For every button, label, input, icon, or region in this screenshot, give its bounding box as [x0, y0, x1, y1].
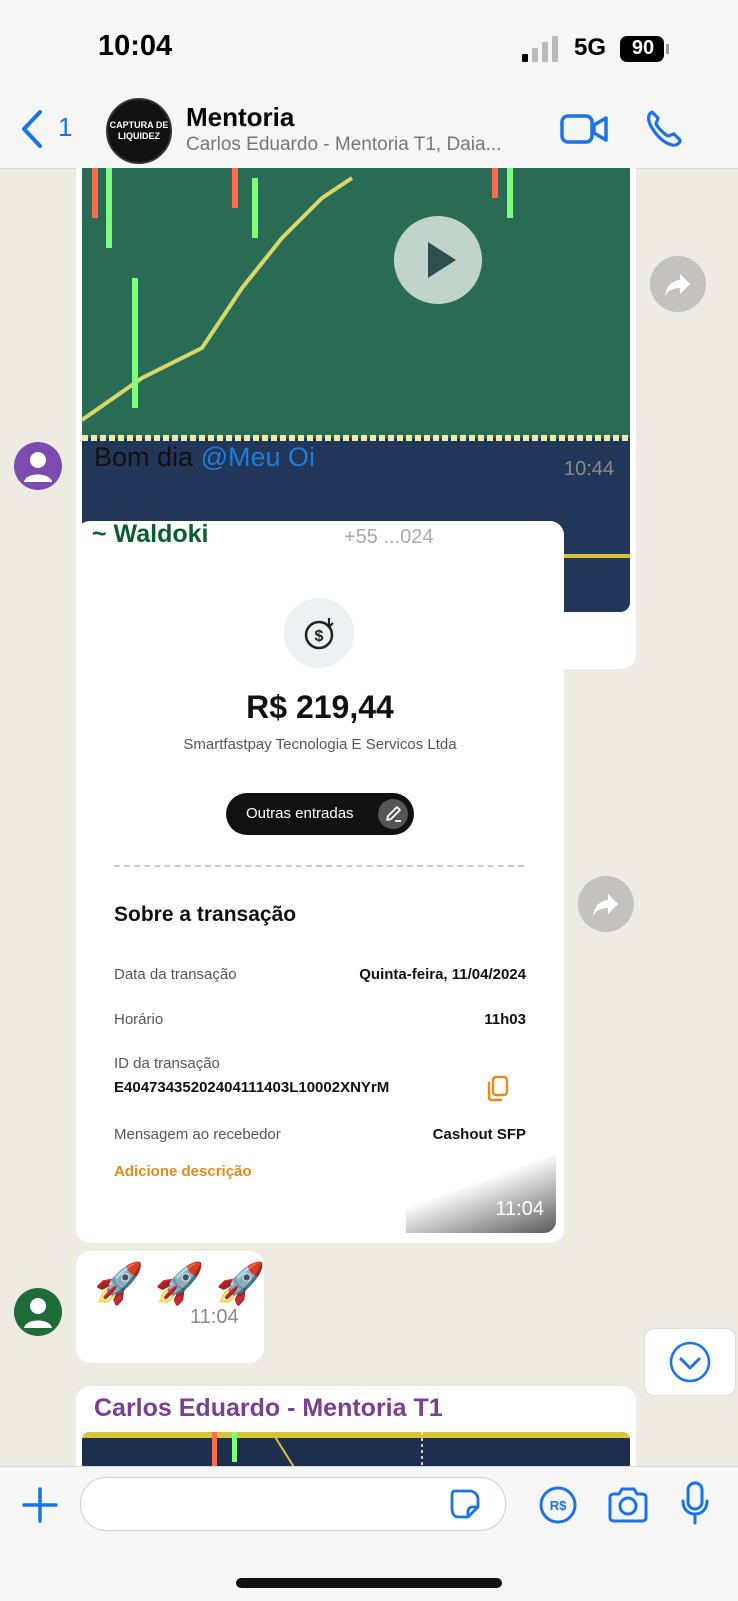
coin-icon: $: [284, 598, 354, 668]
camera-icon[interactable]: [606, 1485, 650, 1525]
category-label: Outras entradas: [246, 805, 354, 822]
back-chevron-icon[interactable]: [18, 108, 48, 150]
copy-icon: [487, 1075, 509, 1102]
message-time: 10:44: [564, 458, 615, 480]
row-label: Mensagem ao recebedor: [114, 1126, 281, 1143]
video-call-icon[interactable]: [560, 112, 608, 146]
forward-icon: [665, 274, 690, 296]
message-text-body: Bom dia: [94, 442, 201, 472]
group-members[interactable]: Carlos Eduardo - Mentoria T1, Daia...: [186, 134, 546, 156]
sender-avatar[interactable]: [14, 442, 62, 490]
mention-link[interactable]: @Meu Oi: [201, 442, 315, 472]
forward-button[interactable]: [578, 876, 634, 932]
video-thumbnail[interactable]: [82, 1432, 630, 1466]
row-label: ID da transação: [114, 1055, 220, 1072]
message-time: 11:04: [495, 1198, 544, 1220]
signal-icon: [522, 36, 558, 62]
chat-header: 10:04 5G 90 1 CAPTURA DE LIQUIDEZ Mentor…: [0, 0, 738, 169]
home-indicator: [236, 1578, 502, 1588]
row-value: 11h03: [484, 1011, 526, 1028]
sticker-icon[interactable]: [448, 1487, 482, 1521]
person-icon: [24, 452, 52, 482]
chevron-down-icon: [669, 1341, 711, 1383]
forward-icon: [593, 894, 618, 916]
chat-area[interactable]: Bom dia @Meu Oi 10:44 ~ Waldoki +55 ...0…: [0, 168, 738, 1466]
status-time: 10:04: [98, 30, 173, 62]
sender-name[interactable]: ~ Waldoki: [92, 520, 208, 549]
svg-text:R$: R$: [550, 1498, 567, 1513]
scroll-to-bottom-button[interactable]: [644, 1328, 736, 1396]
section-title: Sobre a transação: [114, 903, 297, 926]
add-description-link: Adicione descrição: [114, 1163, 252, 1180]
person-icon: [24, 1298, 52, 1328]
pix-icon[interactable]: R$: [538, 1485, 578, 1525]
receipt-amount: R$ 219,44: [246, 689, 394, 725]
trading-chart-image: [82, 1432, 630, 1466]
plus-icon[interactable]: [20, 1485, 60, 1525]
category-chip: Outras entradas: [226, 793, 414, 835]
row-value: Cashout SFP: [432, 1126, 526, 1143]
svg-text:$: $: [315, 628, 324, 645]
message-input[interactable]: [80, 1477, 506, 1531]
row-value: Quinta-feira, 11/04/2024: [359, 966, 526, 983]
phone-icon[interactable]: [644, 108, 684, 148]
divider: [114, 865, 524, 867]
transaction-id: E40473435202404111403L10002XNYrM: [114, 1079, 390, 1096]
network-type: 5G: [574, 34, 607, 61]
edit-icon: [378, 799, 408, 829]
emoji-text: 🚀 🚀 🚀: [94, 1262, 266, 1306]
message-text: Bom dia @Meu Oi: [94, 442, 315, 473]
group-title[interactable]: Mentoria: [186, 102, 294, 133]
row-label: Horário: [114, 1011, 164, 1028]
unread-count[interactable]: 1: [58, 112, 72, 143]
sender-name[interactable]: Carlos Eduardo - Mentoria T1: [94, 1394, 443, 1423]
play-icon: [428, 242, 456, 278]
play-button[interactable]: [394, 216, 482, 304]
sender-phone: +55 ...024: [344, 526, 434, 548]
receipt-company: Smartfastpay Tecnologia E Servicos Ltda: [183, 736, 457, 753]
group-avatar[interactable]: CAPTURA DE LIQUIDEZ: [106, 98, 172, 164]
receipt-image[interactable]: $ R$ 219,44 Smartfastpay Tecnologia E Se…: [84, 553, 556, 1233]
mic-icon[interactable]: [680, 1481, 710, 1525]
row-label: Data da transação: [114, 966, 237, 983]
message-time: 11:04: [190, 1306, 239, 1328]
forward-button[interactable]: [650, 256, 706, 312]
sender-avatar[interactable]: [14, 1288, 62, 1336]
image-shade: [406, 1153, 556, 1233]
battery-level: 90: [631, 37, 655, 59]
